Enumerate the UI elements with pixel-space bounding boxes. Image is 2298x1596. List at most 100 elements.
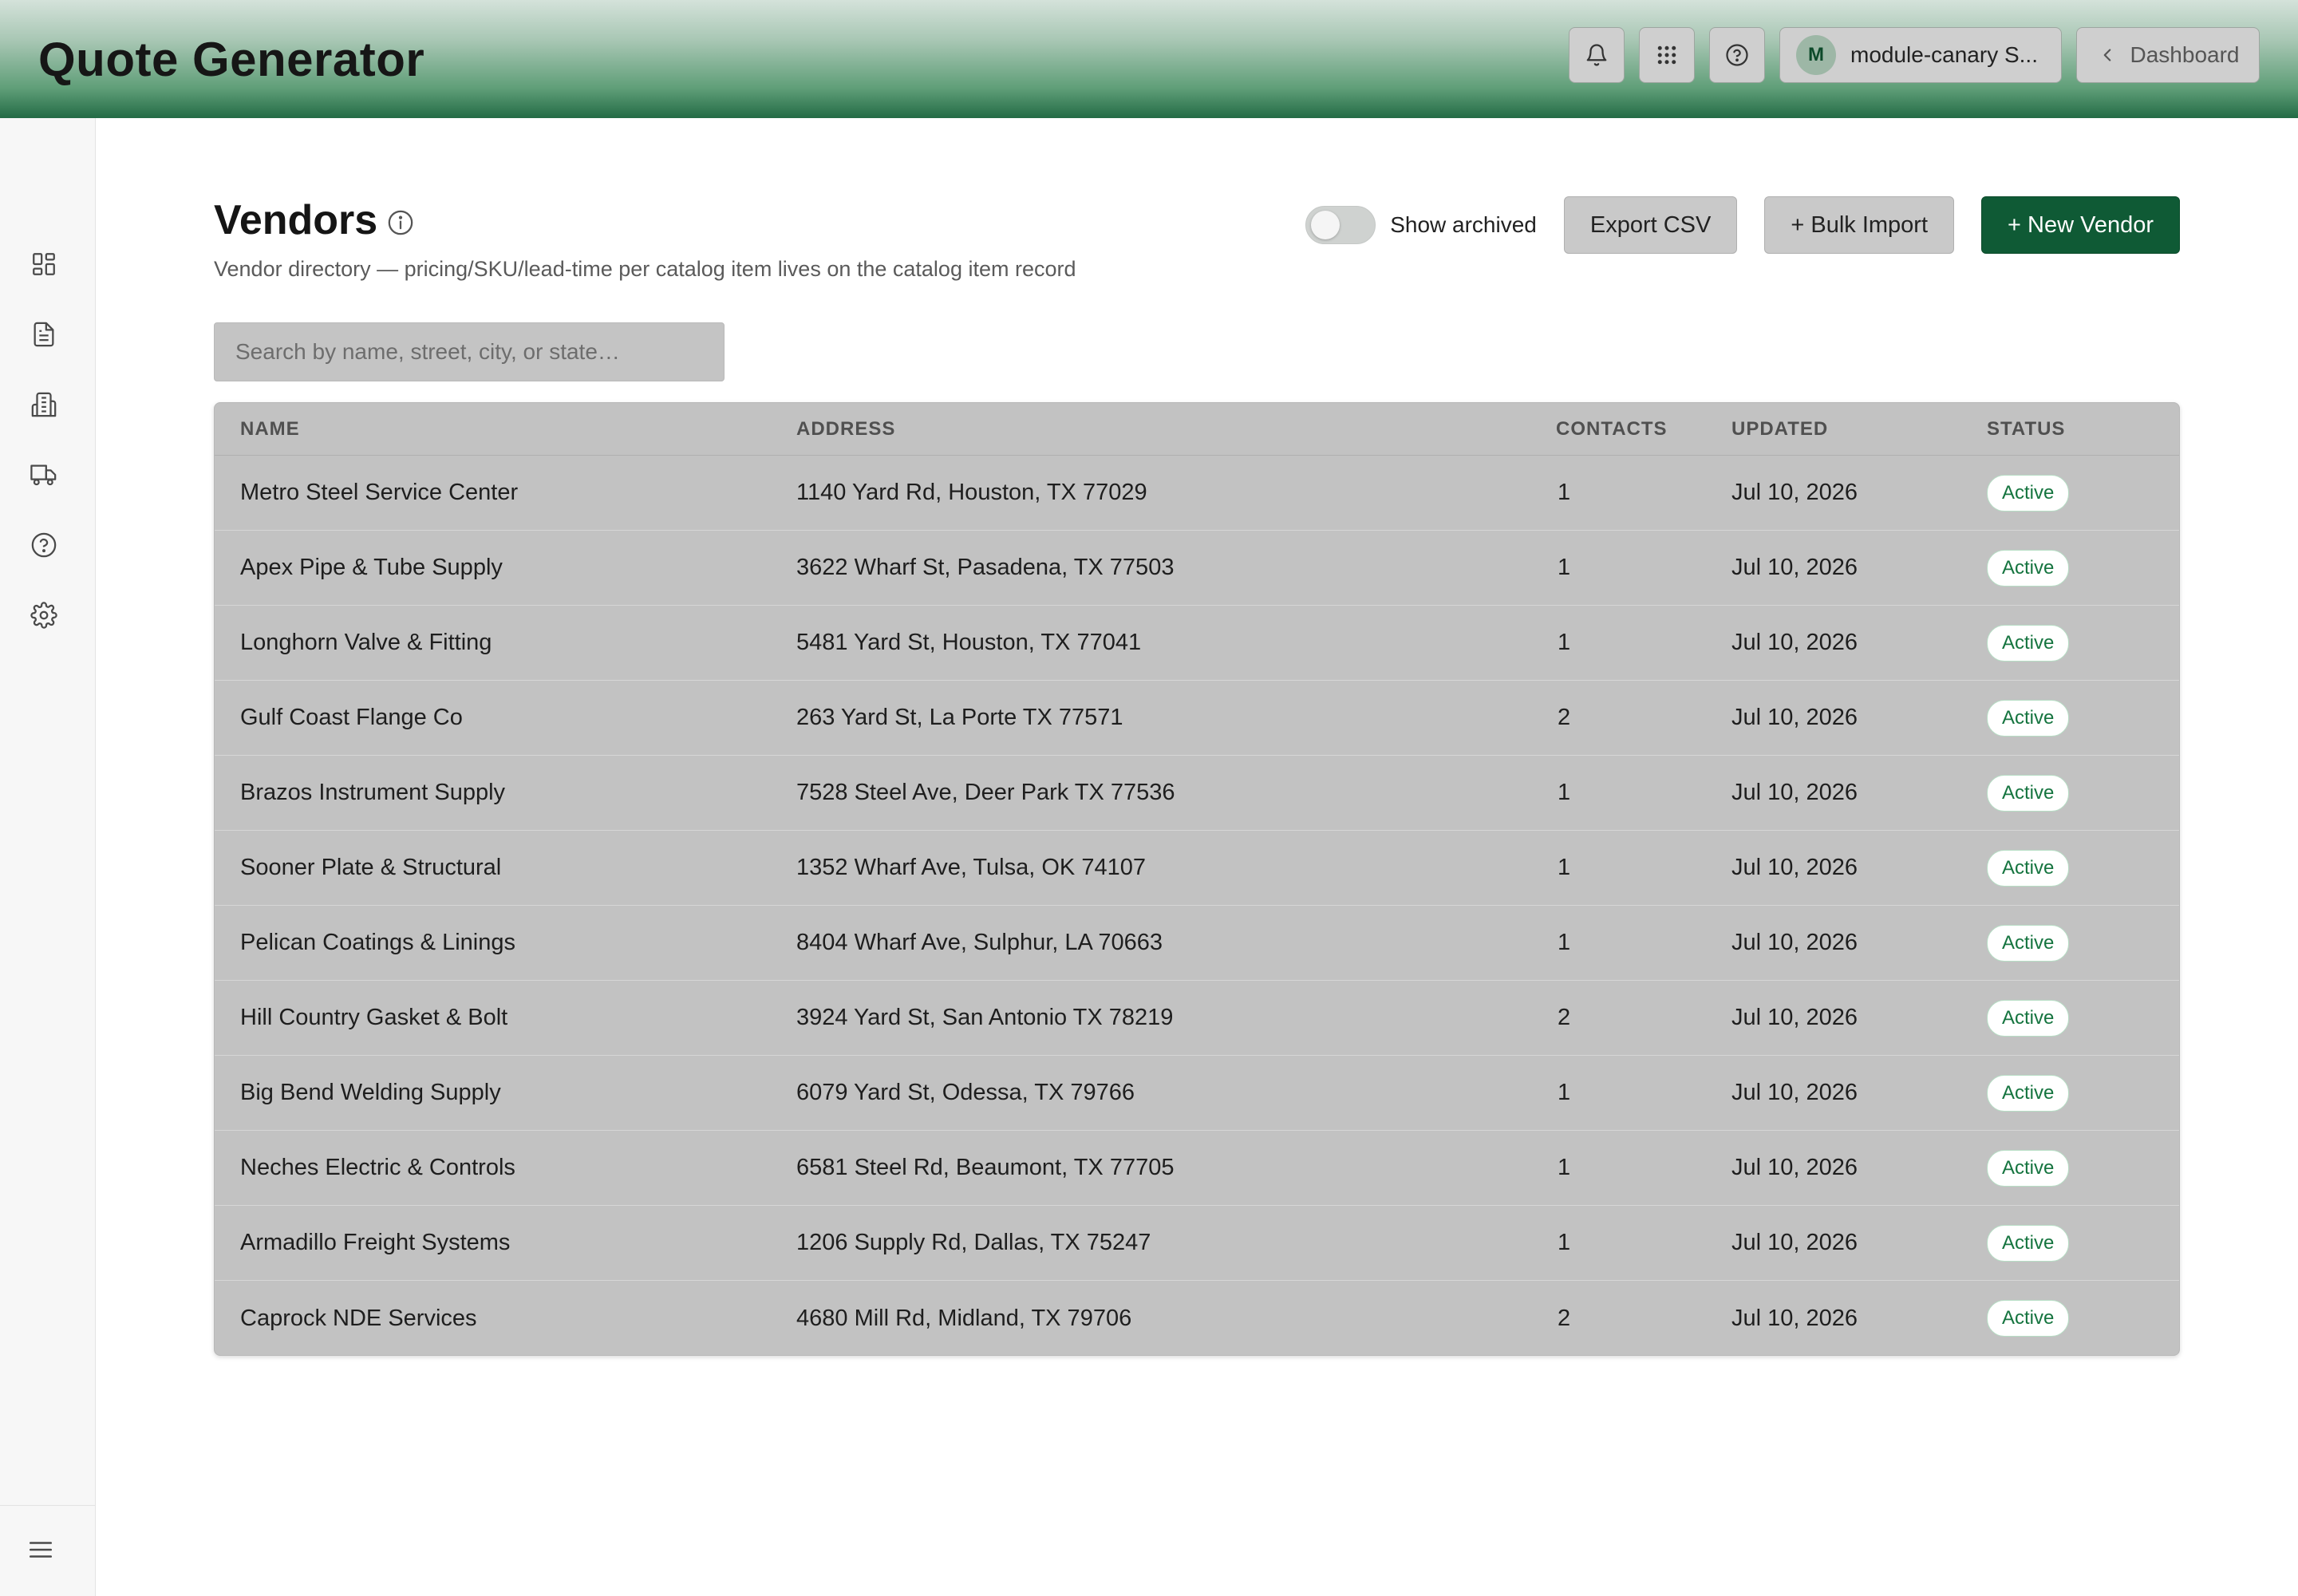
dashboard-back-button[interactable]: Dashboard [2076, 27, 2260, 83]
vendor-updated: Jul 10, 2026 [1731, 1005, 1858, 1030]
gear-icon [30, 602, 57, 629]
table-row[interactable]: Armadillo Freight Systems 1206 Supply Rd,… [215, 1206, 2179, 1281]
status-badge: Active [1987, 999, 2070, 1037]
table-row[interactable]: Neches Electric & Controls 6581 Steel Rd,… [215, 1131, 2179, 1206]
column-header-name[interactable]: NAME [215, 418, 796, 440]
show-archived-toggle[interactable] [1305, 206, 1376, 244]
page-subtitle: Vendor directory — pricing/SKU/lead-time… [214, 257, 1076, 281]
vendor-contacts: 2 [1558, 705, 1571, 730]
bulk-import-button[interactable]: + Bulk Import [1764, 196, 1955, 254]
sidebar-item-help[interactable] [30, 531, 57, 559]
vendor-address: 263 Yard St, La Porte TX 77571 [796, 705, 1123, 730]
vendor-updated: Jul 10, 2026 [1731, 1305, 1858, 1331]
vendor-name: Hill Country Gasket & Bolt [240, 1005, 508, 1030]
table-row[interactable]: Hill Country Gasket & Bolt 3924 Yard St, … [215, 981, 2179, 1056]
show-archived-control: Show archived [1305, 206, 1537, 244]
table-row[interactable]: Caprock NDE Services 4680 Mill Rd, Midlan… [215, 1281, 2179, 1355]
vendor-name: Neches Electric & Controls [240, 1155, 515, 1180]
vendor-address: 3924 Yard St, San Antonio TX 78219 [796, 1005, 1174, 1030]
vendor-address: 4680 Mill Rd, Midland, TX 79706 [796, 1305, 1132, 1331]
vendor-address: 6079 Yard St, Odessa, TX 79766 [796, 1080, 1135, 1105]
sidebar-item-quotes[interactable] [30, 321, 57, 348]
avatar: M [1796, 35, 1836, 75]
table-header: NAME ADDRESS CONTACTS UPDATED STATUS [215, 403, 2179, 456]
sidebar-item-vendors[interactable] [30, 461, 57, 488]
column-header-contacts[interactable]: CONTACTS [1556, 418, 1731, 440]
vendor-updated: Jul 10, 2026 [1731, 1230, 1858, 1255]
vendor-contacts: 1 [1558, 1230, 1571, 1255]
table-row[interactable]: Longhorn Valve & Fitting 5481 Yard St, Ho… [215, 606, 2179, 681]
info-icon[interactable] [387, 209, 414, 236]
status-badge: Active [1987, 849, 2070, 887]
vendor-address: 7528 Steel Ave, Deer Park TX 77536 [796, 780, 1175, 805]
document-icon [34, 322, 54, 347]
help-icon [31, 532, 57, 558]
sidebar-item-settings[interactable] [30, 602, 57, 629]
notifications-button[interactable] [1569, 27, 1625, 83]
chevron-left-icon [2103, 49, 2110, 61]
table-row[interactable]: Apex Pipe & Tube Supply 3622 Wharf St, Pa… [215, 531, 2179, 606]
table-row[interactable]: Gulf Coast Flange Co 263 Yard St, La Port… [215, 681, 2179, 756]
column-header-status[interactable]: STATUS [1987, 418, 2178, 440]
sidebar-footer [0, 1505, 96, 1596]
header-actions: M module-canary S... Dashboard [1569, 27, 2260, 83]
status-badge: Active [1987, 774, 2070, 812]
app-title: Quote Generator [38, 32, 425, 86]
column-header-updated[interactable]: UPDATED [1731, 418, 1987, 440]
vendor-updated: Jul 10, 2026 [1731, 705, 1858, 730]
status-badge: Active [1987, 549, 2070, 587]
status-badge: Active [1987, 474, 2070, 512]
vendor-name: Brazos Instrument Supply [240, 780, 506, 805]
table-row[interactable]: Pelican Coatings & Linings 8404 Wharf Ave… [215, 906, 2179, 981]
vendor-address: 6581 Steel Rd, Beaumont, TX 77705 [796, 1155, 1175, 1180]
sidebar-item-dashboard[interactable] [30, 251, 57, 278]
vendor-name: Metro Steel Service Center [240, 480, 519, 505]
page-title: Vendors [214, 197, 378, 243]
vendor-contacts: 2 [1558, 1305, 1571, 1331]
account-name: module-canary S... [1850, 42, 2038, 67]
table-row[interactable]: Brazos Instrument Supply 7528 Steel Ave, … [215, 756, 2179, 831]
vendor-contacts: 1 [1558, 780, 1571, 805]
menu-icon [29, 1542, 53, 1558]
export-csv-button[interactable]: Export CSV [1563, 196, 1738, 254]
vendor-name: Armadillo Freight Systems [240, 1230, 511, 1255]
vendor-address: 3622 Wharf St, Pasadena, TX 77503 [796, 555, 1175, 580]
column-header-address[interactable]: ADDRESS [796, 418, 1556, 440]
table-row[interactable]: Big Bend Welding Supply 6079 Yard St, Ode… [215, 1056, 2179, 1131]
help-button[interactable] [1709, 27, 1765, 83]
vendor-name: Gulf Coast Flange Co [240, 705, 463, 730]
bell-icon [1586, 44, 1607, 66]
show-archived-label: Show archived [1390, 212, 1537, 237]
status-badge: Active [1987, 1300, 2070, 1337]
sidebar [0, 118, 96, 1596]
truck-icon [30, 464, 57, 486]
vendor-address: 1206 Supply Rd, Dallas, TX 75247 [796, 1230, 1151, 1255]
page-title-row: Vendors [214, 196, 414, 244]
vendor-updated: Jul 10, 2026 [1731, 1080, 1858, 1105]
page-toolbar: Show archived Export CSV + Bulk Import +… [1305, 196, 2180, 254]
vendor-contacts: 1 [1558, 480, 1571, 505]
status-badge: Active [1987, 624, 2070, 662]
table-row[interactable]: Sooner Plate & Structural 1352 Wharf Ave,… [215, 831, 2179, 906]
apps-button[interactable] [1639, 27, 1695, 83]
vendor-address: 1352 Wharf Ave, Tulsa, OK 74107 [796, 855, 1146, 880]
status-badge: Active [1987, 1074, 2070, 1112]
status-badge: Active [1987, 1149, 2070, 1187]
vendor-contacts: 1 [1558, 1080, 1571, 1105]
app-header: Quote Generator M module-canary S... Das… [0, 0, 2298, 118]
vendors-table: NAME ADDRESS CONTACTS UPDATED STATUS Met… [214, 402, 2180, 1356]
vendor-updated: Jul 10, 2026 [1731, 630, 1858, 655]
table-row[interactable]: Metro Steel Service Center 1140 Yard Rd, … [215, 456, 2179, 531]
sidebar-item-customers[interactable] [30, 391, 57, 418]
status-badge: Active [1987, 699, 2070, 737]
sidebar-collapse-button[interactable] [27, 1536, 54, 1563]
dashboard-label: Dashboard [2130, 42, 2240, 67]
status-badge: Active [1987, 1224, 2070, 1262]
new-vendor-button[interactable]: + New Vendor [1981, 196, 2180, 254]
vendor-name: Longhorn Valve & Fitting [240, 630, 492, 655]
vendor-name: Caprock NDE Services [240, 1305, 477, 1331]
dashboard-icon [33, 253, 55, 275]
account-menu-button[interactable]: M module-canary S... [1779, 27, 2062, 83]
table-body: Metro Steel Service Center 1140 Yard Rd, … [215, 456, 2179, 1355]
search-input[interactable] [214, 322, 725, 381]
